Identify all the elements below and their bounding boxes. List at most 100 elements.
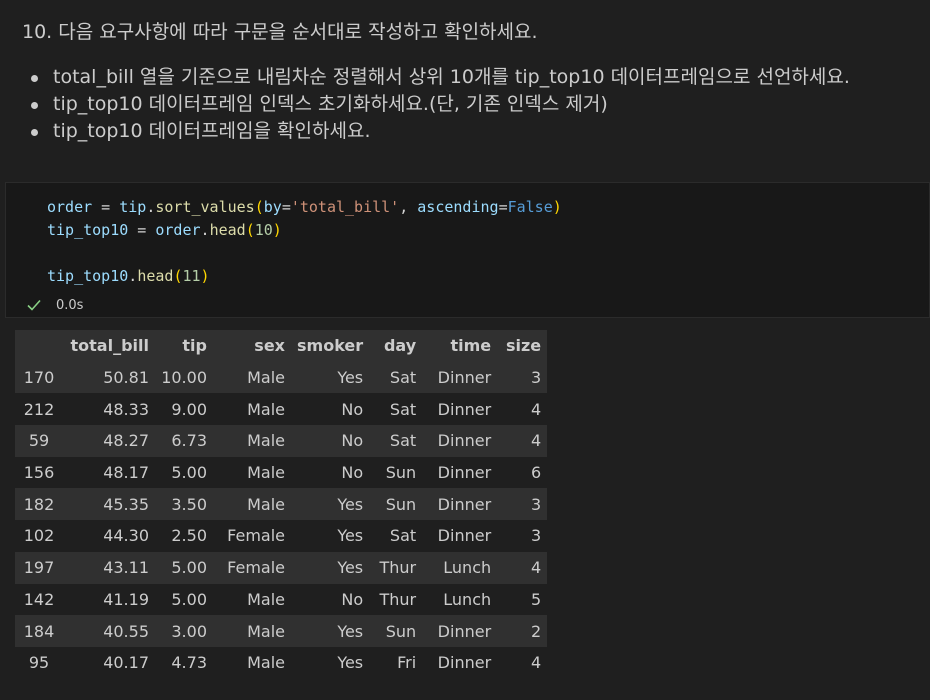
cell-tip: 5.00 [171, 558, 207, 578]
code-token: ascending [417, 198, 499, 216]
code-token: tip_top10 [47, 221, 129, 239]
cell-time: Lunch [443, 558, 492, 578]
cell-tip: 5.00 [171, 463, 207, 483]
code-token: head [137, 267, 174, 285]
code-line-2[interactable]: tip_top10 = order.head(10) [47, 219, 562, 242]
cell-total-bill: 40.55 [103, 621, 149, 641]
cell-day: Thur [379, 558, 417, 578]
cell-total-bill: 48.33 [103, 399, 149, 419]
cell-size: 4 [530, 399, 542, 419]
cell-size: 5 [530, 589, 542, 609]
code-token: , [399, 198, 418, 216]
cell-sex: Female [227, 558, 285, 578]
cell-time: Dinner [437, 463, 492, 483]
row-index: 59 [28, 431, 50, 451]
code-editor[interactable]: order = tip.sort_values(by='total_bill',… [47, 196, 562, 288]
cell-sex: Male [247, 368, 285, 388]
column-header-total-bill: total_bill [70, 336, 149, 356]
cell-day: Sun [385, 621, 417, 641]
cell-tip: 9.00 [171, 399, 207, 419]
cell-day: Sat [389, 526, 417, 546]
table-row: 197 43.11 5.00 Female Yes Thur Lunch 4 [15, 551, 548, 584]
cell-total-bill: 48.17 [103, 463, 149, 483]
cell-time: Dinner [437, 399, 492, 419]
row-index: 156 [23, 463, 55, 483]
row-index: 102 [23, 526, 55, 546]
row-index: 197 [23, 558, 55, 578]
cell-size: 4 [530, 431, 542, 451]
requirement-item: tip_top10 데이터프레임 인덱스 초기화하세요.(단, 기존 인덱스 제… [0, 91, 850, 118]
code-token: ( [245, 221, 255, 239]
cell-tip: 5.00 [171, 589, 207, 609]
execution-time: 0.0s [56, 297, 84, 313]
code-token: order [155, 221, 201, 239]
code-line-1[interactable]: order = tip.sort_values(by='total_bill',… [47, 196, 562, 219]
requirement-item: tip_top10 데이터프레임을 확인하세요. [0, 118, 850, 145]
cell-day: Sat [389, 368, 417, 388]
code-token: 10 [254, 221, 273, 239]
column-header-sex: sex [254, 336, 285, 356]
column-header-smoker: smoker [297, 336, 364, 356]
code-token: = [128, 221, 156, 239]
cell-smoker: No [341, 589, 364, 609]
cell-size: 4 [530, 558, 542, 578]
table-row: 142 41.19 5.00 Male No Thur Lunch 5 [15, 583, 548, 616]
cell-size: 2 [530, 621, 542, 641]
cell-total-bill: 43.11 [103, 558, 149, 578]
code-token: . [200, 221, 210, 239]
column-header-index [15, 330, 63, 362]
cell-smoker: Yes [337, 526, 364, 546]
row-index: 95 [28, 653, 50, 673]
cell-day: Thur [379, 589, 417, 609]
requirement-list: total_bill 열을 기준으로 내림차순 정렬해서 상위 10개를 tip… [0, 64, 850, 145]
cell-tip: 2.50 [171, 526, 207, 546]
question-title: 10. 다음 요구사항에 따라 구문을 순서대로 작성하고 확인하세요. [22, 21, 538, 43]
cell-total-bill: 40.17 [103, 653, 149, 673]
cell-total-bill: 45.35 [103, 494, 149, 514]
cell-smoker: No [341, 431, 364, 451]
cell-total-bill: 44.30 [103, 526, 149, 546]
code-line-3[interactable]: tip_top10.head(11) [47, 265, 562, 288]
cell-day: Fri [397, 653, 417, 673]
cell-size: 3 [530, 494, 542, 514]
cell-size: 6 [530, 463, 542, 483]
table-row: 212 48.33 9.00 Male No Sat Dinner 4 [15, 393, 548, 426]
table-row: 95 40.17 4.73 Male Yes Fri Dinner 4 [15, 646, 548, 679]
code-token: = [281, 198, 291, 216]
row-index: 170 [23, 368, 55, 388]
column-header-day: day [383, 336, 417, 356]
cell-total-bill: 50.81 [103, 368, 149, 388]
cell-sex: Male [247, 589, 285, 609]
row-index: 184 [23, 621, 55, 641]
cell-time: Dinner [437, 368, 492, 388]
cell-smoker: Yes [337, 558, 364, 578]
code-token: = [498, 198, 508, 216]
requirement-item: total_bill 열을 기준으로 내림차순 정렬해서 상위 10개를 tip… [0, 64, 850, 91]
cell-tip: 3.50 [171, 494, 207, 514]
code-token: tip [119, 198, 147, 216]
code-cell[interactable]: order = tip.sort_values(by='total_bill',… [5, 182, 930, 318]
cell-day: Sun [385, 463, 417, 483]
table-row: 184 40.55 3.00 Male Yes Sun Dinner 2 [15, 615, 548, 647]
code-token: 11 [182, 267, 201, 285]
code-token: tip_top10 [47, 267, 129, 285]
code-token: ) [272, 221, 282, 239]
cell-size: 3 [530, 368, 542, 388]
column-header-tip: tip [182, 336, 207, 356]
cell-total-bill: 41.19 [103, 589, 149, 609]
code-line-blank[interactable] [47, 242, 562, 265]
code-token: 'total_bill' [290, 198, 400, 216]
cell-time: Dinner [437, 494, 492, 514]
table-row: 170 50.81 10.00 Male Yes Sat Dinner 3 [15, 361, 548, 394]
row-index: 142 [23, 589, 55, 609]
cell-time: Dinner [437, 621, 492, 641]
markdown-cell[interactable]: 10. 다음 요구사항에 따라 구문을 순서대로 작성하고 확인하세요. tot… [0, 0, 930, 182]
cell-sex: Male [247, 431, 285, 451]
cell-sex: Male [247, 463, 285, 483]
cell-sex: Male [247, 494, 285, 514]
cell-size: 4 [530, 653, 542, 673]
cell-day: Sat [389, 399, 417, 419]
execution-status: 0.0s [26, 295, 83, 315]
code-token: by [263, 198, 282, 216]
cell-tip: 4.73 [171, 653, 207, 673]
